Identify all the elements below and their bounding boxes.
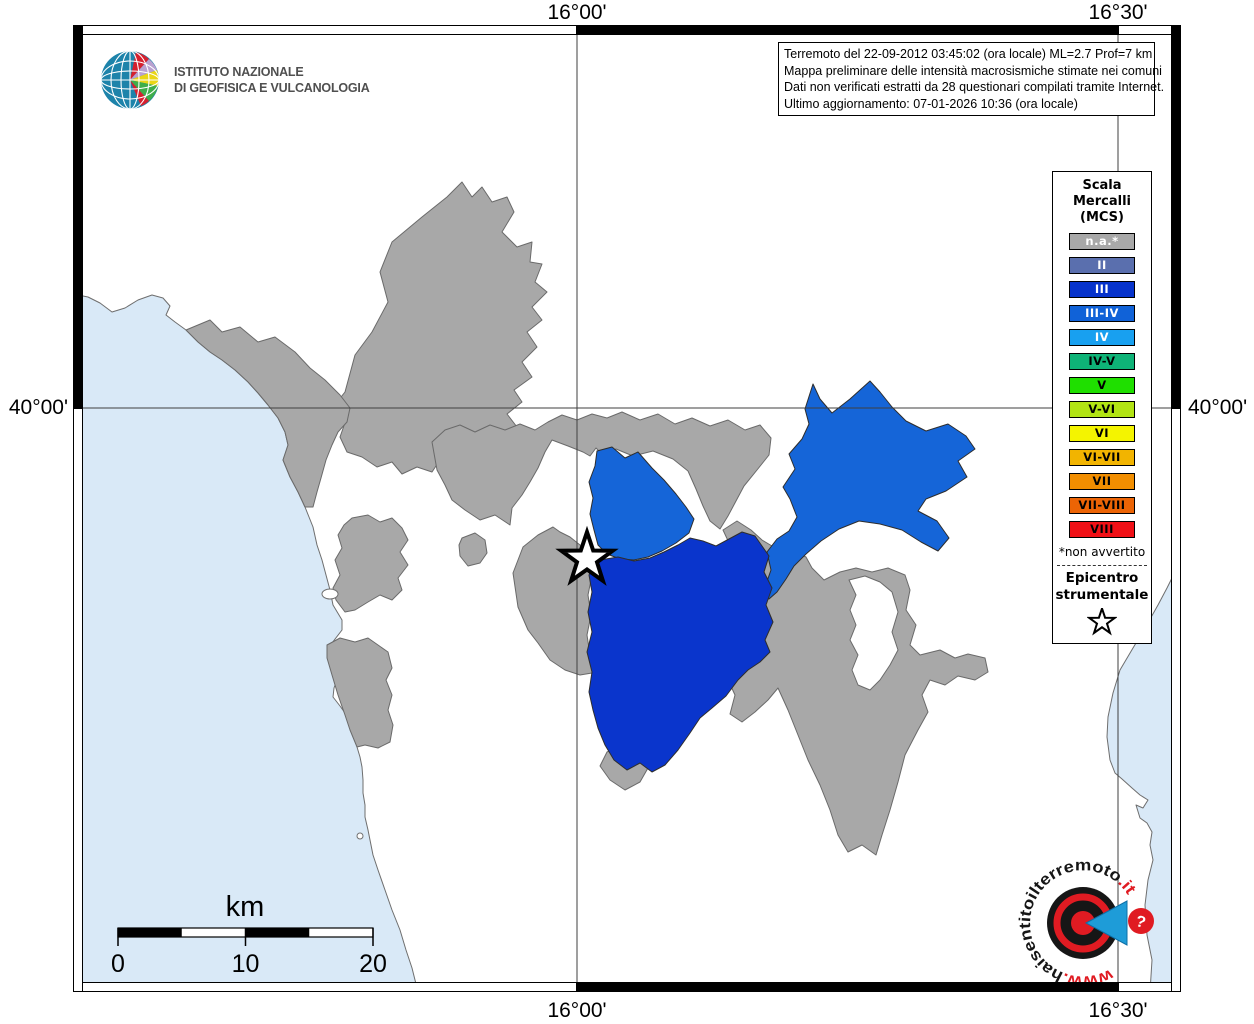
legend-chip-iii-iv: III-IV bbox=[1069, 305, 1135, 322]
scale-bar-seg1 bbox=[118, 928, 182, 937]
legend-separator bbox=[1057, 565, 1147, 566]
legend-epicenter-label: Epicentro strumentale bbox=[1053, 570, 1151, 604]
legend-epicenter-line2: strumentale bbox=[1055, 587, 1149, 603]
legend-items: n.a.* II III III-IV IV IV-V V V-VI VI VI-VII VII VI… bbox=[1053, 233, 1151, 538]
event-info-line4: Ultimo aggiornamento: 07-01-2026 10:36 (… bbox=[784, 96, 1078, 111]
axis-top-right-label: 16°30' bbox=[1088, 1, 1148, 24]
legend-chip-iii: III bbox=[1069, 281, 1135, 298]
legend-chip-viii: VIII bbox=[1069, 521, 1135, 538]
legend-footnote: *non avvertito bbox=[1058, 545, 1146, 559]
event-info-line3: Dati non verificati estratti da 28 quest… bbox=[784, 80, 1165, 94]
legend-chip-iv: IV bbox=[1069, 329, 1135, 346]
ingv-logo: ISTITUTO NAZIONALE DI GEOFISICA E VULCAN… bbox=[101, 51, 370, 109]
scale-label-10: 10 bbox=[232, 950, 260, 978]
legend-chip-vi-vii: VI-VII bbox=[1069, 449, 1135, 466]
event-info-line2: Mappa preliminare delle intensità macros… bbox=[784, 63, 1162, 78]
legend-chip-vii-viii: VII-VIII bbox=[1069, 497, 1135, 514]
axis-right-label: 40°00' bbox=[1188, 396, 1248, 419]
island-dot bbox=[356, 832, 364, 840]
ingv-name-line1: ISTITUTO NAZIONALE bbox=[174, 65, 304, 79]
ingv-name-line2: DI GEOFISICA E VULCANOLOGIA bbox=[174, 81, 370, 95]
legend-chip-vii: VII bbox=[1069, 473, 1135, 490]
star-outline-icon bbox=[1086, 605, 1118, 636]
scale-bar-seg2 bbox=[245, 928, 310, 937]
legend-chip-v-vi: V-VI bbox=[1069, 401, 1135, 418]
island-small bbox=[321, 588, 339, 600]
legend-chip-v: V bbox=[1069, 377, 1135, 394]
frame-right-seg2 bbox=[1171, 408, 1181, 992]
axis-bottom-left-label: 16°00' bbox=[547, 999, 607, 1022]
map-canvas: km 0 10 20 ? www.haisentitoilterremoto.i… bbox=[78, 30, 1176, 992]
frame-bottom-seg2 bbox=[577, 982, 1118, 992]
axis-bottom-right-label: 16°30' bbox=[1088, 999, 1148, 1022]
legend-chip-vi: VI bbox=[1069, 425, 1135, 442]
legend-title-line3: (MCS) bbox=[1080, 210, 1124, 225]
frame-bottom-seg3 bbox=[1118, 982, 1176, 992]
frame-left-seg2 bbox=[73, 408, 83, 992]
legend-title-line1: Scala bbox=[1082, 178, 1122, 193]
frame-top-seg2 bbox=[577, 25, 1118, 35]
event-info-box: Terremoto del 22-09-2012 03:45:02 (ora l… bbox=[778, 42, 1165, 116]
legend-title: Scala Mercalli (MCS) bbox=[1053, 178, 1151, 226]
legend-title-line2: Mercalli bbox=[1072, 194, 1131, 209]
scale-label-0: 0 bbox=[111, 950, 125, 978]
axis-left-label: 40°00' bbox=[8, 396, 68, 419]
frame-left-seg1 bbox=[73, 25, 83, 408]
frame-right-seg1 bbox=[1171, 25, 1181, 408]
frame-top-seg3 bbox=[1118, 25, 1176, 35]
legend-box: Scala Mercalli (MCS) n.a.* II III III-IV IV I… bbox=[1052, 171, 1152, 644]
event-info-line1: Terremoto del 22-09-2012 03:45:02 (ora l… bbox=[784, 47, 1153, 61]
legend-epicenter-line1: Epicentro bbox=[1065, 570, 1139, 586]
axis-top-left-label: 16°00' bbox=[547, 1, 607, 24]
ingv-globe-icon bbox=[101, 51, 159, 109]
page: { "branding": { "line1": "ISTITUTO NAZIO… bbox=[0, 0, 1254, 1024]
legend-chip-ii: II bbox=[1069, 257, 1135, 274]
frame-top-seg1 bbox=[78, 25, 577, 35]
frame-bottom-seg1 bbox=[78, 982, 577, 992]
scale-bar-title: km bbox=[226, 891, 265, 923]
scale-label-20: 20 bbox=[359, 950, 387, 978]
legend-chip-iv-v: IV-V bbox=[1069, 353, 1135, 370]
legend-chip-n-a-: n.a.* bbox=[1069, 233, 1135, 250]
